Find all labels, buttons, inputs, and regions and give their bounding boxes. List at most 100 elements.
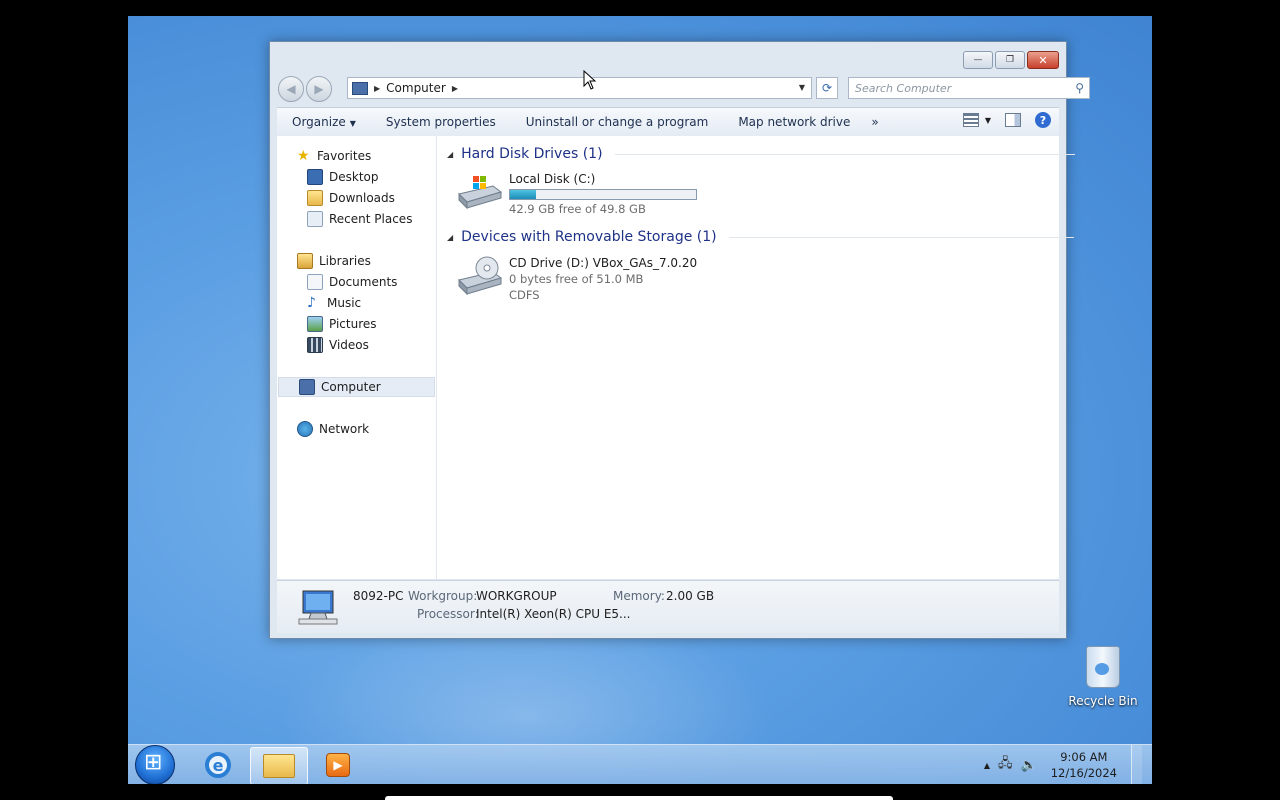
search-input[interactable]: Search Computer ⚲ bbox=[848, 77, 1090, 99]
documents-icon bbox=[307, 274, 323, 290]
system-properties-button[interactable]: System properties bbox=[371, 115, 511, 129]
mouse-cursor-icon bbox=[583, 70, 597, 90]
search-placeholder: Search Computer bbox=[855, 82, 952, 95]
preview-pane-icon[interactable] bbox=[1005, 113, 1021, 127]
nav-recent-places[interactable]: Recent Places bbox=[277, 209, 412, 229]
nav-favorites[interactable]: ★ Favorites bbox=[277, 146, 371, 166]
taskbar-windows-explorer[interactable] bbox=[250, 747, 308, 784]
nav-network[interactable]: Network bbox=[277, 419, 369, 439]
speaker-icon[interactable]: 🔈 bbox=[1021, 758, 1037, 773]
minimize-button[interactable]: — bbox=[963, 51, 993, 69]
nav-videos[interactable]: Videos bbox=[277, 335, 369, 355]
group-title-removable: Devices with Removable Storage (1) bbox=[461, 229, 717, 245]
windows-logo-icon bbox=[135, 745, 175, 784]
pc-name: 8092-PC bbox=[353, 589, 404, 603]
clock-date: 12/16/2024 bbox=[1050, 766, 1117, 780]
collapse-triangle-icon[interactable]: ◢ bbox=[447, 150, 453, 159]
group-title-hard-disks: Hard Disk Drives (1) bbox=[461, 146, 603, 162]
forward-button[interactable]: ▶ bbox=[306, 76, 332, 102]
memory-value: 2.00 GB bbox=[666, 589, 715, 603]
network-status-icon[interactable]: 🖧 bbox=[998, 754, 1013, 776]
music-icon: ♪ bbox=[307, 295, 316, 311]
nav-downloads-label: Downloads bbox=[329, 191, 395, 205]
nav-network-label: Network bbox=[319, 422, 370, 436]
address-bar[interactable]: ▶ Computer ▶ ▼ bbox=[347, 77, 812, 99]
explorer-body: ★ Favorites Desktop Downloads Recent Pla… bbox=[277, 136, 1075, 579]
help-icon[interactable]: ? bbox=[1035, 112, 1051, 128]
videos-icon bbox=[307, 337, 323, 353]
recent-places-icon bbox=[307, 211, 323, 227]
maximize-button[interactable]: ❐ bbox=[995, 51, 1025, 69]
details-pane: 8092-PC Workgroup: WORKGROUP Memory: 2.0… bbox=[277, 580, 1059, 633]
computer-large-icon bbox=[295, 587, 339, 627]
taskbar: e ▶ ▲ 🖧 🔈 9:06 AM 12/16/2024 bbox=[128, 744, 1152, 784]
clock-time: 9:06 AM bbox=[1060, 750, 1108, 764]
organize-label: Organize bbox=[292, 115, 346, 129]
nav-music[interactable]: ♪ Music bbox=[277, 293, 361, 313]
address-dropdown-icon[interactable]: ▼ bbox=[799, 83, 805, 92]
nav-documents[interactable]: Documents bbox=[277, 272, 397, 292]
more-commands-button[interactable]: » bbox=[865, 115, 884, 129]
nav-downloads[interactable]: Downloads bbox=[277, 188, 395, 208]
navigation-pane: ★ Favorites Desktop Downloads Recent Pla… bbox=[277, 136, 437, 579]
map-network-drive-button[interactable]: Map network drive bbox=[723, 115, 865, 129]
close-button[interactable]: ✕ bbox=[1027, 51, 1059, 69]
system-tray: ▲ 🖧 🔈 9:06 AM 12/16/2024 bbox=[984, 745, 1142, 784]
change-view-button[interactable]: ▼ bbox=[962, 113, 991, 127]
nav-documents-label: Documents bbox=[329, 275, 398, 289]
show-hidden-icons-icon[interactable]: ▲ bbox=[984, 761, 990, 770]
group-divider bbox=[728, 236, 1074, 238]
drive-name: Local Disk (C:) bbox=[509, 172, 596, 186]
nav-pictures[interactable]: Pictures bbox=[277, 314, 377, 334]
downloads-icon bbox=[307, 190, 323, 206]
nav-libraries[interactable]: Libraries bbox=[277, 251, 371, 271]
taskbar-media-player[interactable]: ▶ bbox=[310, 747, 366, 783]
breadcrumb-chevron-icon[interactable]: ▶ bbox=[452, 84, 458, 93]
clock[interactable]: 9:06 AM 12/16/2024 bbox=[1051, 749, 1117, 781]
chevron-down-icon: ▼ bbox=[984, 115, 991, 125]
drive-name: CD Drive (D:) VBox_GAs_7.0.20 bbox=[509, 256, 698, 270]
processor-value: Intel(R) Xeon(R) CPU E5... bbox=[476, 607, 631, 621]
refresh-button[interactable]: ⟳ bbox=[816, 77, 838, 99]
desktop-icon bbox=[307, 169, 323, 185]
nav-desktop-label: Desktop bbox=[329, 170, 379, 184]
view-icon bbox=[962, 113, 979, 127]
libraries-icon bbox=[297, 253, 313, 269]
nav-favorites-label: Favorites bbox=[317, 149, 372, 163]
media-player-icon: ▶ bbox=[326, 753, 350, 777]
organize-button[interactable]: Organize ▼ bbox=[277, 115, 371, 129]
taskbar-internet-explorer[interactable]: e bbox=[190, 747, 246, 783]
recycle-bin[interactable]: Recycle Bin bbox=[1068, 646, 1138, 708]
nav-recent-places-label: Recent Places bbox=[329, 212, 413, 226]
collapse-triangle-icon[interactable]: ◢ bbox=[447, 233, 453, 242]
start-button[interactable] bbox=[130, 745, 180, 784]
window-controls: — ❐ ✕ bbox=[963, 51, 1059, 69]
title-bar[interactable]: — ❐ ✕ bbox=[270, 42, 1066, 72]
chevron-down-icon: ▼ bbox=[349, 119, 356, 128]
nav-computer[interactable]: Computer bbox=[278, 377, 435, 397]
back-button[interactable]: ◀ bbox=[278, 76, 304, 102]
cd-drive-icon bbox=[455, 256, 503, 298]
group-header-removable[interactable]: ◢ Devices with Removable Storage (1) bbox=[447, 229, 1074, 245]
drive-local-disk-c[interactable]: Local Disk (C:) 42.9 GB free of 49.8 GB bbox=[455, 172, 697, 216]
network-icon bbox=[297, 421, 313, 437]
group-header-hard-disks[interactable]: ◢ Hard Disk Drives (1) bbox=[447, 146, 1075, 162]
recycle-bin-icon bbox=[1086, 646, 1120, 688]
drive-file-system: CDFS bbox=[509, 288, 540, 302]
breadcrumb-separator-icon[interactable]: ▶ bbox=[374, 84, 380, 93]
recycle-bin-label: Recycle Bin bbox=[1068, 694, 1138, 708]
drive-info: Local Disk (C:) 42.9 GB free of 49.8 GB bbox=[509, 172, 697, 216]
processor-label: Processor: bbox=[417, 607, 479, 621]
desktop: — ❐ ✕ ◀ ▶ ▶ Computer ▶ ▼ ⟳ Search Comput… bbox=[128, 16, 1152, 784]
breadcrumb-computer[interactable]: Computer bbox=[386, 81, 446, 95]
show-desktop-button[interactable] bbox=[1131, 745, 1142, 784]
computer-icon bbox=[299, 379, 315, 395]
search-icon[interactable]: ⚲ bbox=[1075, 81, 1084, 95]
drive-cd-d[interactable]: CD Drive (D:) VBox_GAs_7.0.20 0 bytes fr… bbox=[455, 256, 697, 302]
disk-usage-fill bbox=[510, 190, 537, 199]
explorer-window: — ❐ ✕ ◀ ▶ ▶ Computer ▶ ▼ ⟳ Search Comput… bbox=[269, 41, 1090, 639]
drive-free-space: 0 bytes free of 51.0 MB bbox=[509, 272, 644, 286]
uninstall-program-button[interactable]: Uninstall or change a program bbox=[511, 115, 724, 129]
navigation-bar: ◀ ▶ ▶ Computer ▶ ▼ ⟳ Search Computer ⚲ bbox=[278, 76, 1090, 102]
nav-desktop[interactable]: Desktop bbox=[277, 167, 379, 187]
